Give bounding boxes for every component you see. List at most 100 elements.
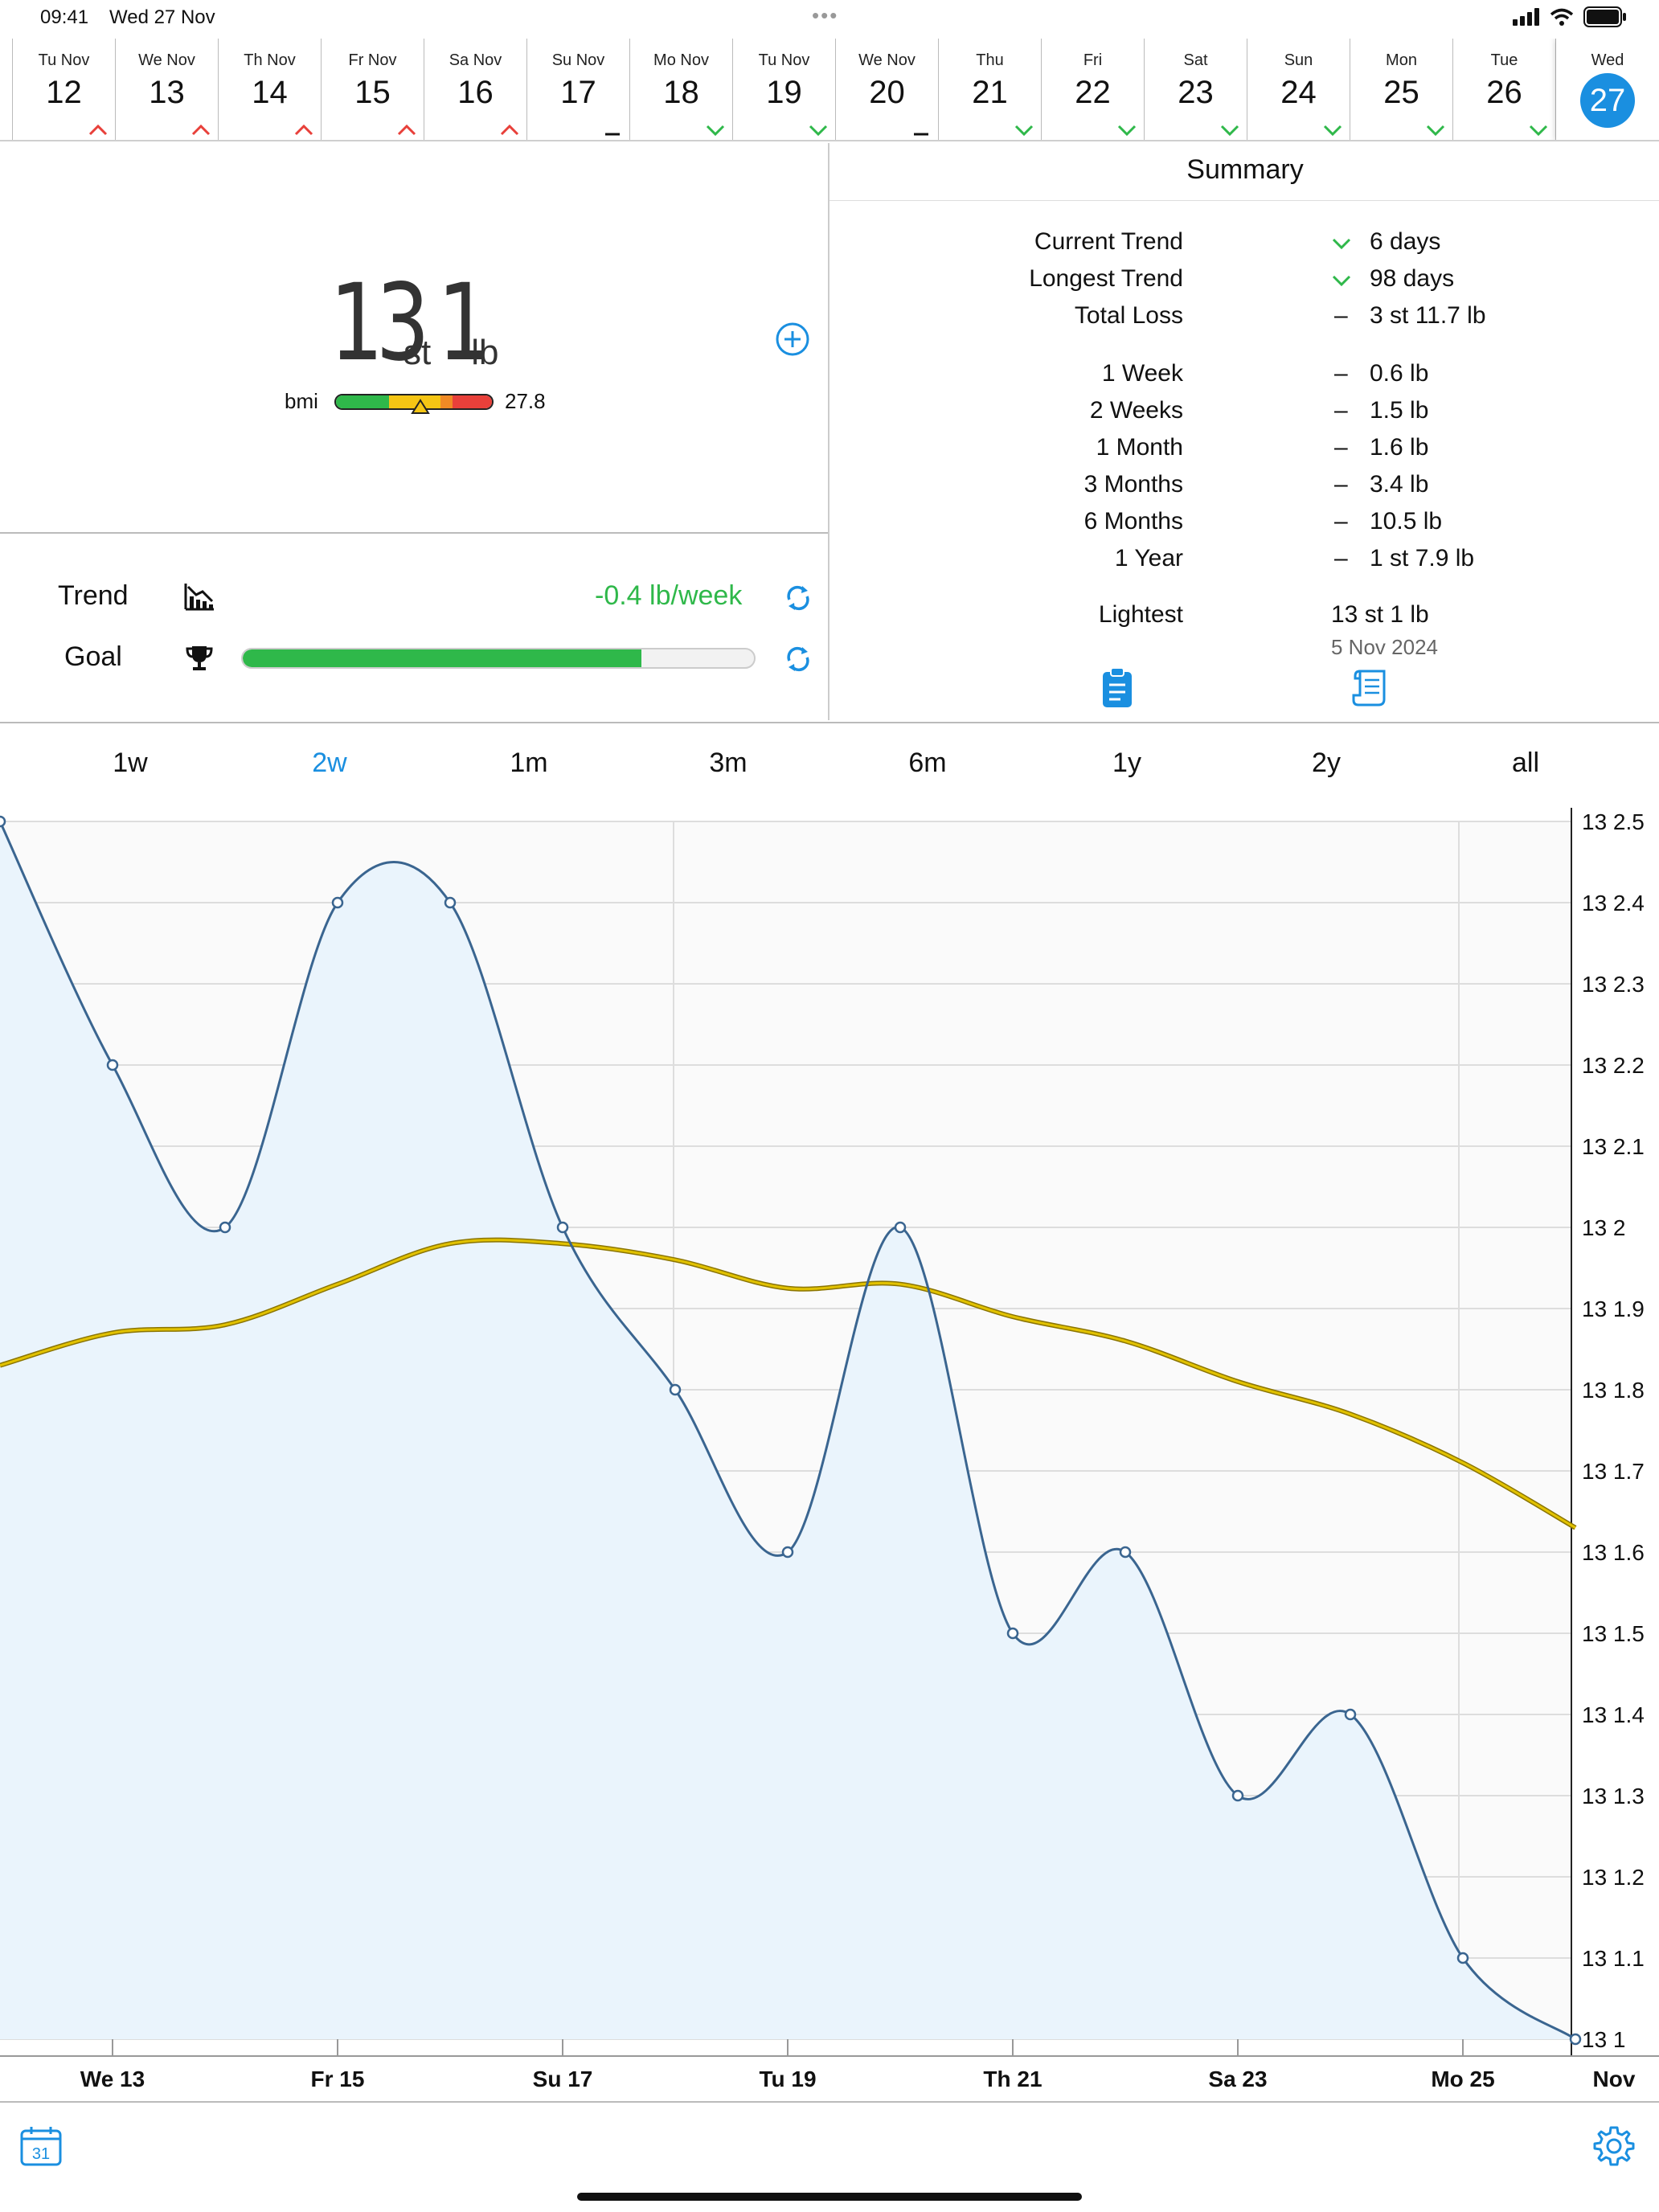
summary-row-label: 1 Week — [1101, 360, 1183, 387]
day-cell-24[interactable]: Sun 24 — [1247, 39, 1350, 140]
day-number: 19 — [766, 75, 802, 110]
day-label: Th Nov — [244, 51, 296, 69]
day-number: 17 — [560, 75, 596, 110]
period-2y[interactable]: 2y — [1262, 748, 1391, 779]
summary-row-symbol: – — [1334, 397, 1348, 424]
day-cell-20[interactable]: We Nov 20 — [836, 39, 939, 140]
trend-up-icon — [294, 124, 313, 136]
multitasking-dots[interactable]: ••• — [812, 3, 838, 28]
trend-down-icon — [1529, 125, 1548, 137]
calendar-button[interactable]: 31 — [19, 2125, 63, 2167]
day-cell-15[interactable]: Fr Nov 15 — [322, 39, 424, 140]
period-3m[interactable]: 3m — [664, 748, 793, 779]
x-tick-label: Sa 23 — [1208, 2067, 1267, 2091]
day-number: 20 — [869, 75, 905, 110]
bottom-toolbar: 31 — [0, 2101, 1659, 2212]
period-6m[interactable]: 6m — [863, 748, 992, 779]
day-cell-21[interactable]: Thu 21 — [939, 39, 1042, 140]
refresh-trend-icon[interactable] — [784, 585, 812, 611]
day-number: 16 — [457, 75, 494, 110]
trend-flat-icon — [605, 133, 620, 136]
day-cell-25[interactable]: Mon 25 — [1350, 39, 1453, 140]
summary-row-symbol: – — [1334, 471, 1348, 498]
day-label: Tue — [1490, 51, 1518, 69]
wifi-icon — [1550, 8, 1574, 26]
day-cell-18[interactable]: Mo Nov 18 — [630, 39, 733, 140]
x-tick-label: We 13 — [80, 2067, 145, 2091]
day-cell-17[interactable]: Su Nov 17 — [527, 39, 630, 140]
day-cell-23[interactable]: Sat 23 — [1145, 39, 1247, 140]
status-time: 09:41 — [40, 6, 89, 28]
summary-row-label: 1 Year — [1114, 545, 1183, 571]
trend-up-icon — [397, 124, 416, 136]
x-tick-label: Mo 25 — [1431, 2067, 1494, 2091]
period-1w[interactable]: 1w — [66, 748, 195, 779]
y-tick-label: 13 1.7 — [1582, 1459, 1645, 1484]
day-number: 24 — [1280, 75, 1317, 110]
weight-point[interactable] — [669, 1383, 682, 1396]
period-2w[interactable]: 2w — [265, 748, 394, 779]
summary-row-value: 1 st 7.9 lb — [1370, 545, 1475, 571]
weight-point[interactable] — [1344, 1708, 1357, 1721]
x-tick-label: Tu 19 — [759, 2067, 816, 2091]
day-label: Fr Nov — [348, 51, 397, 69]
trend-goal-panel: Trend -0.4 lb/week Goal — [0, 535, 828, 720]
weight-point[interactable] — [1456, 1952, 1469, 1964]
day-cell-27[interactable]: Wed 27 — [1556, 39, 1659, 140]
summary-row-value: 1.5 lb — [1370, 397, 1429, 424]
summary-row-label: 6 Months — [1083, 508, 1183, 535]
weight-point[interactable] — [1231, 1789, 1244, 1802]
trend-chart-icon — [184, 584, 214, 611]
trend-down-icon — [1014, 125, 1034, 137]
day-number: 25 — [1383, 75, 1419, 110]
trend-flat-icon — [914, 133, 928, 136]
weight-point[interactable] — [444, 896, 457, 909]
goal-progress-fill — [243, 649, 642, 667]
summary-row-label: Total Loss — [1074, 302, 1183, 329]
period-1y[interactable]: 1y — [1063, 748, 1191, 779]
day-label: We Nov — [858, 51, 916, 69]
day-strip: Tu Nov 12 We Nov 13 Th Nov 14 Fr Nov 15 Sa Nov 16… — [0, 39, 1659, 141]
weight-point[interactable] — [106, 1059, 119, 1071]
period-all[interactable]: all — [1461, 748, 1590, 779]
weight-point[interactable] — [331, 896, 344, 909]
battery-icon — [1583, 6, 1626, 27]
day-cell-12[interactable]: Tu Nov 12 — [13, 39, 116, 140]
y-tick-label: 13 1.9 — [1582, 1296, 1645, 1321]
weight-point[interactable] — [556, 1221, 569, 1234]
weight-point[interactable] — [1569, 2033, 1582, 2046]
summary-row-symbol: – — [1334, 302, 1348, 329]
day-cell-16[interactable]: Sa Nov 16 — [424, 39, 527, 140]
x-tick-label: Fr 15 — [311, 2067, 365, 2091]
scroll-log-icon[interactable] — [1352, 669, 1389, 707]
weight-point[interactable] — [1006, 1627, 1019, 1640]
day-number: 13 — [149, 75, 185, 110]
day-cell-14[interactable]: Th Nov 14 — [219, 39, 322, 140]
y-tick-label: 13 1.2 — [1582, 1865, 1645, 1890]
summary-row-label: Current Trend — [1034, 228, 1183, 255]
day-label: Mo Nov — [653, 51, 709, 69]
y-tick-label: 13 1.5 — [1582, 1621, 1645, 1646]
weight-point[interactable] — [781, 1546, 794, 1559]
period-1m[interactable]: 1m — [465, 748, 593, 779]
weight-point[interactable] — [894, 1221, 907, 1234]
weight-point[interactable] — [219, 1221, 231, 1234]
day-number: 14 — [252, 75, 288, 110]
weight-lb: 1 — [437, 261, 492, 385]
trend-label: Trend — [58, 580, 129, 611]
goal-progress-bar — [241, 648, 756, 669]
weight-point[interactable] — [0, 815, 6, 828]
refresh-goal-icon[interactable] — [784, 646, 812, 672]
weight-point[interactable] — [1119, 1546, 1132, 1559]
summary-row-symbol: – — [1334, 434, 1348, 461]
trend-up-icon — [500, 124, 519, 136]
day-cell-19[interactable]: Tu Nov 19 — [733, 39, 836, 140]
day-cell-13[interactable]: We Nov 13 — [116, 39, 219, 140]
day-label: Wed — [1591, 51, 1624, 69]
settings-gear-icon[interactable] — [1593, 2125, 1635, 2167]
day-cell-26[interactable]: Tue 26 — [1453, 39, 1556, 140]
add-weight-button[interactable] — [775, 322, 810, 357]
day-number: 21 — [972, 75, 1008, 110]
day-cell-22[interactable]: Fri 22 — [1042, 39, 1145, 140]
clipboard-icon[interactable] — [1101, 667, 1133, 709]
